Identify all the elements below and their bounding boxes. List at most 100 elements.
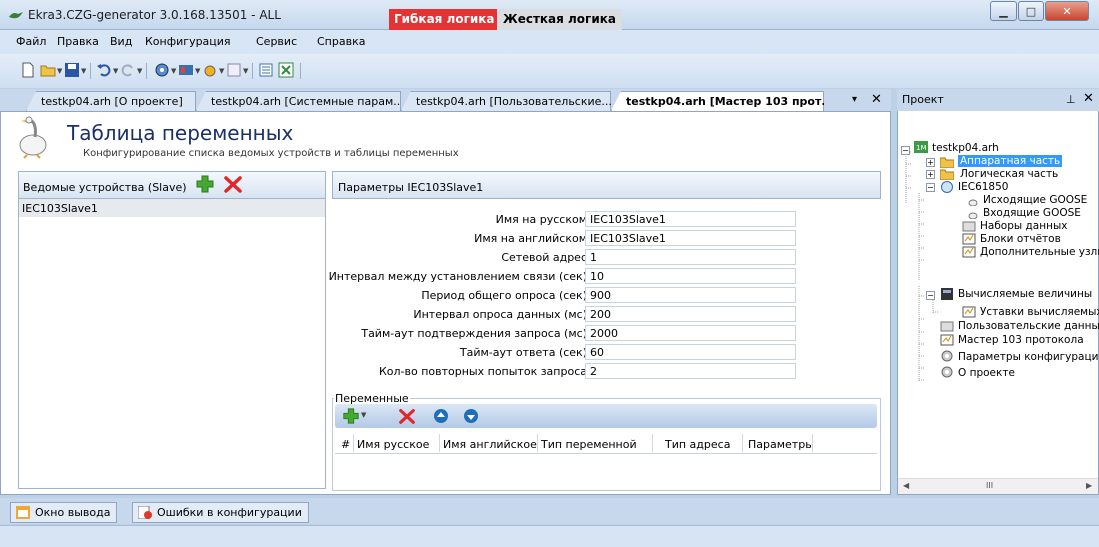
menu-file[interactable]: Файл (16, 35, 46, 48)
move-down-arrow-icon[interactable] (463, 408, 479, 424)
column-address-type[interactable]: Тип адреса (665, 438, 730, 451)
column-divider (353, 434, 354, 452)
column-params[interactable]: Параметры (748, 438, 814, 451)
flex-logic-button[interactable]: Гибкая логика (389, 9, 500, 30)
open-folder-icon[interactable] (40, 62, 56, 78)
undo-icon[interactable] (96, 62, 112, 78)
master103-icon (940, 334, 954, 346)
settings-dropdown-icon[interactable]: ▼ (171, 67, 176, 75)
open-dropdown-icon[interactable]: ▼ (57, 67, 62, 75)
tree-item-computed-values[interactable]: Вычисляемые величины (958, 288, 1092, 300)
param-retry-count-input[interactable]: 2 (585, 363, 796, 379)
svg-text:1M: 1M (916, 144, 927, 152)
variables-toolbar: ▼ (335, 404, 877, 428)
toolbar-separator (90, 63, 91, 79)
tree-item-master103[interactable]: Мастер 103 протокола (958, 334, 1084, 346)
excel-export-icon[interactable] (278, 62, 294, 78)
param-response-timeout-input[interactable]: 60 (585, 344, 796, 360)
column-var-type[interactable]: Тип переменной (541, 438, 637, 451)
tree-expand-toggle[interactable]: + (926, 170, 935, 179)
column-divider (742, 434, 743, 452)
tree-root[interactable]: testkp04.arh (932, 142, 999, 154)
param-data-poll-interval-input[interactable]: 200 (585, 306, 796, 322)
tree-item-hardware[interactable]: Аппаратная часть (958, 155, 1063, 167)
tree-item-logic[interactable]: Логическая часть (960, 168, 1058, 180)
delete-slave-x-icon[interactable] (223, 174, 243, 194)
logic-dropdown-icon[interactable]: ▼ (219, 67, 224, 75)
column-name-en[interactable]: Имя английское (443, 438, 537, 451)
undo-dropdown-icon[interactable]: ▼ (113, 67, 118, 75)
move-up-arrow-icon[interactable] (433, 408, 449, 424)
tab-close-icon[interactable]: ✕ (871, 92, 882, 107)
tab-output-window[interactable]: Окно вывода (10, 502, 118, 523)
maximize-button[interactable]: □ (1018, 1, 1044, 21)
hard-logic-button[interactable]: Жесткая логика (497, 9, 622, 30)
save-dropdown-icon[interactable]: ▼ (81, 67, 86, 75)
add-variable-plus-icon[interactable] (342, 407, 360, 425)
scroll-left-icon[interactable]: ◀ (903, 481, 909, 490)
tree-item-user-data[interactable]: Пользовательские данные (958, 320, 1099, 332)
document-tab-bar: testkp04.arh [О проекте] testkp04.arh [С… (0, 89, 891, 111)
tree-collapse-toggle[interactable]: − (926, 183, 935, 192)
tree-item-iec61850[interactable]: IEC61850 (958, 181, 1008, 193)
list-view-icon[interactable] (258, 62, 274, 78)
column-name-ru[interactable]: Имя русское (357, 438, 429, 451)
tree-item-datasets[interactable]: Наборы данных (980, 220, 1067, 232)
logic-bug-icon[interactable] (202, 62, 218, 78)
tree-expand-toggle[interactable]: + (926, 158, 935, 167)
param-ack-timeout-input[interactable]: 2000 (585, 325, 796, 341)
redo-icon (121, 64, 133, 77)
delete-variable-x-icon[interactable] (398, 407, 416, 425)
new-file-icon[interactable] (20, 62, 36, 78)
hardware-dropdown-icon[interactable]: ▼ (195, 67, 200, 75)
add-slave-plus-icon[interactable] (195, 174, 215, 194)
tree-item-report-blocks[interactable]: Блоки отчётов (980, 233, 1061, 245)
tree-item-about[interactable]: О проекте (958, 367, 1015, 379)
close-button[interactable]: ✕ (1045, 1, 1089, 21)
project-horizontal-scrollbar[interactable]: ◀ III ▶ (898, 478, 1098, 494)
tab-user-data[interactable]: testkp04.arh [Пользовательские... (401, 91, 611, 111)
tree-item-goose-out[interactable]: Исходящие GOOSE (983, 194, 1087, 206)
variables-table-body[interactable] (335, 455, 877, 486)
config-gear-icon (941, 350, 953, 362)
param-network-address-input[interactable]: 1 (585, 249, 796, 265)
settings-gear-icon[interactable] (154, 62, 170, 78)
tab-system-params[interactable]: testkp04.arh [Системные парам... (196, 91, 401, 111)
tab-config-errors[interactable]: Ошибки в конфигурации (132, 502, 309, 523)
status-bar (0, 525, 1099, 547)
param-connect-interval-input[interactable]: 10 (585, 268, 796, 284)
save-icon[interactable] (64, 62, 80, 78)
goose-logo-icon (19, 116, 47, 159)
hardware-icon[interactable] (178, 62, 194, 78)
tree-item-computed-settings[interactable]: Уставки вычисляемых (980, 306, 1099, 318)
tree-item-goose-in[interactable]: Входящие GOOSE (983, 207, 1081, 219)
tab-about-project[interactable]: testkp04.arh [О проекте] (26, 91, 196, 111)
param-name-en-input[interactable]: IEC103Slave1 (585, 230, 796, 246)
tab-list-dropdown-icon[interactable]: ▾ (852, 94, 857, 105)
tree-item-config-params[interactable]: Параметры конфигурации (958, 351, 1099, 363)
toolbar-separator (300, 63, 301, 79)
scroll-right-icon[interactable]: ▶ (1086, 481, 1092, 490)
menu-help[interactable]: Справка (317, 35, 365, 48)
minimize-button[interactable]: ▁ (990, 1, 1017, 21)
menu-edit[interactable]: Правка (57, 35, 99, 48)
extra-nodes-icon (962, 246, 976, 258)
column-number[interactable]: # (341, 438, 350, 451)
folder-icon (940, 169, 954, 180)
project-close-icon[interactable]: ✕ (1083, 91, 1094, 106)
tree-collapse-toggle[interactable]: − (926, 291, 935, 300)
menu-configuration[interactable]: Конфигурация (145, 35, 231, 48)
pin-icon[interactable]: ⊥ (1066, 93, 1076, 106)
menu-view[interactable]: Вид (110, 35, 132, 48)
scroll-thumb-grip[interactable]: III (986, 481, 993, 490)
param-name-ru-input[interactable]: IEC103Slave1 (585, 211, 796, 227)
param-label: Имя на английском (474, 232, 587, 245)
column-divider (537, 434, 538, 452)
tab-master-103[interactable]: testkp04.arh [Мастер 103 прот... (611, 91, 824, 111)
app-goose-icon (9, 12, 23, 19)
param-general-poll-period-input[interactable]: 900 (585, 287, 796, 303)
menu-service[interactable]: Сервис (256, 35, 297, 48)
tree-item-extra-nodes[interactable]: Дополнительные узлы (980, 246, 1099, 258)
tree-collapse-toggle[interactable]: − (901, 146, 910, 155)
add-variable-dropdown-icon[interactable]: ▼ (361, 411, 366, 419)
